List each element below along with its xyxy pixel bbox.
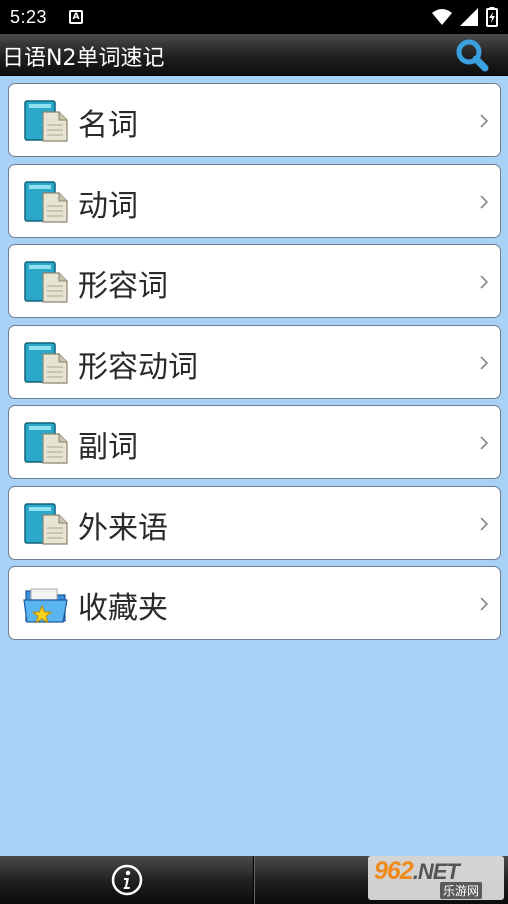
menu-item-label: 形容词: [78, 269, 168, 304]
chevron-right-icon: [480, 597, 489, 611]
star-folder-icon: [23, 588, 68, 624]
book-icon: [24, 502, 68, 545]
chevron-right-icon: [480, 355, 489, 370]
search-button[interactable]: [452, 37, 492, 73]
menu-item-adjectives[interactable]: 形容词: [8, 244, 501, 318]
notification-a-icon: A: [69, 10, 84, 24]
book-icon: [24, 180, 68, 223]
chevron-right-icon: [480, 194, 489, 209]
chevron-right-icon: [480, 516, 489, 531]
menu-item-favorites[interactable]: 收藏夹: [8, 566, 501, 640]
watermark-number: 962: [374, 857, 414, 885]
info-button[interactable]: [111, 864, 143, 896]
book-icon: [24, 422, 68, 464]
menu-item-label: 形容动词: [78, 349, 198, 385]
info-icon: [111, 864, 143, 896]
status-icons: [432, 7, 498, 27]
menu-item-verbs[interactable]: 动词: [8, 163, 501, 238]
signal-icon: [460, 8, 478, 26]
watermark-subtitle: 乐游网: [440, 882, 483, 899]
book-icon: [24, 100, 68, 142]
menu-item-label: 副词: [78, 430, 138, 465]
book-icon: [24, 261, 68, 303]
bottom-section-left: [0, 856, 253, 904]
chevron-right-icon: [480, 275, 489, 289]
chevron-right-icon: [480, 114, 489, 128]
menu-item-adjectival-verbs[interactable]: 形容动词: [8, 324, 501, 399]
menu-item-adverbs[interactable]: 副词: [8, 405, 501, 479]
menu-item-label: 收藏夹: [78, 591, 168, 626]
app-title: 日语N2单词速记: [2, 46, 165, 71]
status-bar: 5:23 A: [0, 0, 508, 34]
watermark-suffix: .NET: [412, 859, 460, 884]
battery-charging-icon: [486, 7, 498, 27]
menu-item-loanwords[interactable]: 外来语: [8, 485, 501, 560]
menu-item-label: 外来语: [78, 510, 168, 546]
status-time: 5:23: [10, 6, 48, 27]
watermark: 962.NET 乐游网: [368, 856, 504, 900]
menu-item-label: 名词: [78, 108, 138, 143]
wifi-icon: [432, 9, 452, 25]
title-bar: 日语N2单词速记: [0, 34, 508, 76]
category-menu-list: 名词 动词 形容词 形容动词 副词 外来语 收藏夹: [8, 83, 501, 647]
menu-item-nouns[interactable]: 名词: [8, 83, 501, 157]
menu-item-label: 动词: [78, 188, 138, 224]
search-icon: [456, 39, 489, 72]
book-icon: [24, 341, 68, 384]
chevron-right-icon: [480, 436, 489, 450]
